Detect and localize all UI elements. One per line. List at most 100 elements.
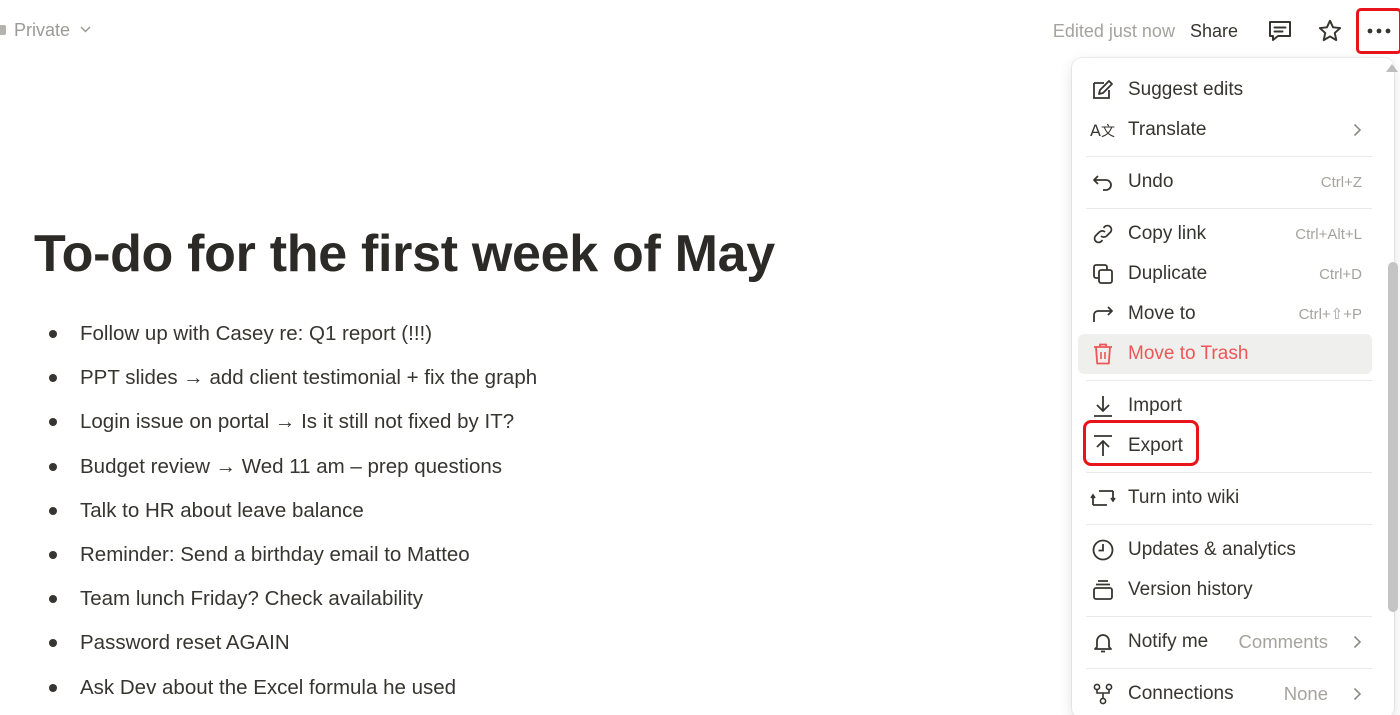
menu-item-label: Undo xyxy=(1128,171,1174,192)
menu-item-version-history[interactable]: Version history xyxy=(1078,570,1372,610)
bullet-icon xyxy=(49,330,57,339)
bell-icon xyxy=(1090,629,1116,655)
more-horizontal-icon xyxy=(1367,28,1391,34)
list-item-text: Password reset AGAIN xyxy=(80,631,290,655)
comment-icon[interactable] xyxy=(1260,11,1300,51)
menu-item-notify-me[interactable]: Notify me Comments xyxy=(1078,622,1372,662)
list-item[interactable]: Budget review → Wed 11 am – prep questio… xyxy=(44,445,537,489)
bullet-icon xyxy=(49,374,57,383)
menu-item-copy-link[interactable]: Copy link Ctrl+Alt+L xyxy=(1078,214,1372,254)
menu-divider xyxy=(1086,379,1372,381)
turn-into-wiki-icon xyxy=(1090,485,1116,511)
privacy-label: Private xyxy=(14,19,71,40)
page-title[interactable]: To-do for the first week of May xyxy=(34,224,775,284)
list-item[interactable]: Team lunch Friday? Check availability xyxy=(44,577,537,621)
svg-text:A: A xyxy=(1090,121,1101,140)
privacy-selector[interactable]: Private xyxy=(0,18,91,42)
menu-item-translate[interactable]: A 文 Translate xyxy=(1078,110,1372,150)
shortcut-label: Ctrl+Alt+L xyxy=(1295,225,1362,243)
bullet-icon xyxy=(49,462,57,471)
menu-item-duplicate[interactable]: Duplicate Ctrl+D xyxy=(1078,254,1372,294)
trash-icon xyxy=(1090,341,1116,367)
menu-item-label: Suggest edits xyxy=(1128,79,1244,100)
bullet-icon xyxy=(49,595,57,604)
menu-item-turn-into-wiki[interactable]: Turn into wiki xyxy=(1078,478,1372,518)
shortcut-label: Ctrl+⇧+P xyxy=(1298,306,1362,323)
list-item-text: Talk to HR about leave balance xyxy=(80,498,364,522)
undo-icon xyxy=(1090,169,1116,195)
menu-item-label: Import xyxy=(1128,395,1182,416)
link-icon xyxy=(1090,221,1116,247)
menu-item-move-to[interactable]: Move to Ctrl+⇧+P xyxy=(1078,294,1372,334)
list-item-text: Budget review → Wed 11 am – prep questio… xyxy=(80,454,503,478)
menu-item-move-to-trash[interactable]: Move to Trash xyxy=(1078,334,1372,374)
menu-item-label: Copy link xyxy=(1128,223,1207,244)
connections-icon xyxy=(1090,681,1116,707)
export-icon xyxy=(1090,433,1116,459)
lock-icon xyxy=(0,25,6,35)
scroll-up-arrow-icon[interactable] xyxy=(1386,64,1398,72)
list-item-text: Login issue on portal → Is it still not … xyxy=(80,410,515,434)
menu-item-connections[interactable]: Connections None xyxy=(1078,674,1372,714)
scrollbar-thumb[interactable] xyxy=(1388,262,1398,612)
menu-item-label: Move to xyxy=(1128,303,1196,324)
menu-divider xyxy=(1086,207,1372,209)
list-item[interactable]: PPT slides → add client testimonial + fi… xyxy=(44,356,537,400)
list-item-text: Reminder: Send a birthday email to Matte… xyxy=(80,543,470,567)
menu-item-label: Version history xyxy=(1128,579,1253,600)
menu-item-undo[interactable]: Undo Ctrl+Z xyxy=(1078,162,1372,202)
page-options-menu: Suggest edits A 文 Translate Undo Ctrl+Z … xyxy=(1072,58,1394,715)
list-item-text: Team lunch Friday? Check availability xyxy=(80,587,423,611)
chevron-right-icon xyxy=(1348,123,1362,137)
menu-item-label: Duplicate xyxy=(1128,263,1208,284)
menu-divider xyxy=(1086,155,1372,157)
import-icon xyxy=(1090,393,1116,419)
more-options-button[interactable] xyxy=(1356,8,1400,54)
translate-icon: A 文 xyxy=(1090,117,1116,143)
list-item-text: Follow up with Casey re: Q1 report (!!!) xyxy=(80,322,433,346)
duplicate-icon xyxy=(1090,261,1116,287)
bullet-icon xyxy=(49,683,57,692)
chevron-right-icon xyxy=(1348,687,1362,701)
menu-item-suggest-edits[interactable]: Suggest edits xyxy=(1078,70,1372,110)
shortcut-label: Ctrl+D xyxy=(1319,265,1362,283)
suggest-edits-icon xyxy=(1090,77,1116,103)
share-button[interactable]: Share xyxy=(1190,21,1238,42)
list-item[interactable]: Reminder: Send a birthday email to Matte… xyxy=(44,533,537,577)
list-item[interactable]: Talk to HR about leave balance xyxy=(44,489,537,533)
edited-status: Edited just now xyxy=(1052,20,1175,41)
chevron-down-icon xyxy=(80,24,91,36)
menu-item-updates-analytics[interactable]: Updates & analytics xyxy=(1078,530,1372,570)
list-item-text: PPT slides → add client testimonial + fi… xyxy=(80,366,538,390)
menu-divider xyxy=(1086,667,1372,669)
menu-item-label: Turn into wiki xyxy=(1128,487,1240,508)
shortcut-label: Ctrl+Z xyxy=(1320,173,1362,191)
bullet-icon xyxy=(49,551,57,560)
todo-list: Follow up with Casey re: Q1 report (!!!)… xyxy=(44,312,537,710)
menu-item-label: Connections xyxy=(1128,683,1234,704)
list-item[interactable]: Password reset AGAIN xyxy=(44,621,537,665)
page: Private Edited just now Share To-do for … xyxy=(0,0,1400,715)
version-history-icon xyxy=(1090,577,1116,603)
svg-text:文: 文 xyxy=(1101,124,1115,140)
menu-item-export[interactable]: Export xyxy=(1078,420,1372,466)
clock-icon xyxy=(1090,537,1116,563)
menu-item-label: Updates & analytics xyxy=(1128,539,1296,560)
menu-divider xyxy=(1086,615,1372,617)
menu-divider xyxy=(1086,471,1372,473)
star-icon[interactable] xyxy=(1310,11,1350,51)
menu-divider xyxy=(1086,523,1372,525)
menu-item-label: Export xyxy=(1128,435,1183,456)
bullet-icon xyxy=(49,418,57,427)
list-item[interactable]: Ask Dev about the Excel formula he used xyxy=(44,666,537,710)
chevron-right-icon xyxy=(1348,635,1362,649)
list-item[interactable]: Follow up with Casey re: Q1 report (!!!) xyxy=(44,312,537,356)
bullet-icon xyxy=(49,639,57,648)
bullet-icon xyxy=(49,506,57,515)
menu-item-label: Translate xyxy=(1128,119,1207,140)
menu-item-label: Notify me xyxy=(1128,631,1209,652)
list-item[interactable]: Login issue on portal → Is it still not … xyxy=(44,400,537,444)
menu-item-import[interactable]: Import xyxy=(1078,386,1372,426)
list-item-text: Ask Dev about the Excel formula he used xyxy=(80,675,457,699)
topbar-actions: Edited just now Share xyxy=(1053,8,1400,54)
